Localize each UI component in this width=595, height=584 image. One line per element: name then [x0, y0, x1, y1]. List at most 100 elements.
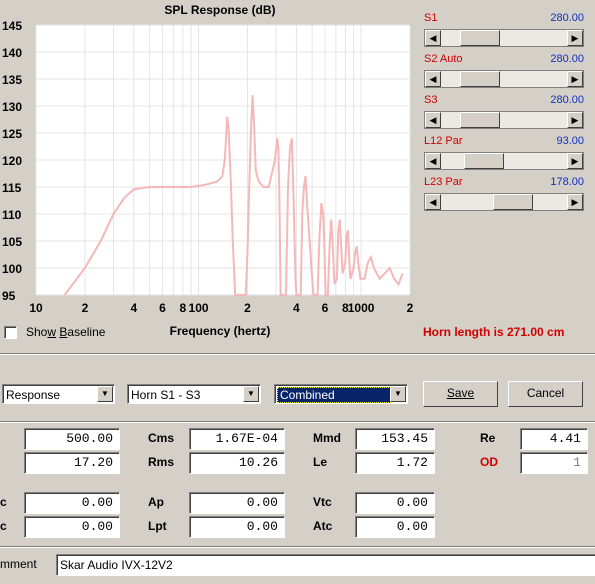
param-field[interactable]: 10.26 — [189, 452, 285, 474]
param-label: c — [0, 519, 7, 533]
param-label: Mmd — [313, 431, 341, 445]
param-field[interactable]: 0.00 — [355, 516, 435, 538]
slider-value: 178.00 — [550, 176, 584, 188]
comment-label: mment — [0, 557, 37, 571]
param-field[interactable]: 0.00 — [24, 516, 120, 538]
x-tick-label: 4 — [293, 301, 300, 315]
x-tick-label: 6 — [322, 301, 329, 315]
y-tick-label: 145 — [2, 19, 22, 33]
slider-label: S3 — [424, 94, 438, 106]
param-label: c — [0, 495, 7, 509]
chart-svg: 1451401351301251201151101051009510 2 4 6 8 10… — [2, 19, 414, 315]
slider-value: 280.00 — [550, 94, 584, 106]
x-tick-label: 10 — [29, 301, 43, 315]
view-combo[interactable]: Response ▼ — [2, 384, 115, 404]
separator-top — [0, 353, 595, 355]
separator-bottom — [0, 546, 595, 548]
show-baseline-checkbox[interactable] — [4, 326, 17, 339]
view-combo-text: Response — [6, 388, 61, 402]
param-label: Re — [480, 431, 496, 445]
param-field[interactable]: 17.20 — [24, 452, 120, 474]
param-field[interactable]: 1.67E-04 — [189, 428, 285, 450]
param-field[interactable]: 0.00 — [355, 492, 435, 514]
slider-label: L12 Par — [424, 135, 463, 147]
scroll-left-icon[interactable]: ◀ — [425, 71, 441, 87]
slider-value: 280.00 — [550, 53, 584, 65]
y-tick-label: 95 — [2, 289, 16, 303]
scroll-right-icon[interactable]: ▶ — [567, 112, 583, 128]
x-axis-label: Frequency (hertz) — [169, 324, 271, 338]
horn-length-text: Horn length is 271.00 cm — [423, 325, 565, 339]
x-tick-label: 6 — [159, 301, 166, 315]
save-button-label: Save — [446, 386, 475, 400]
slider-label: S1 — [424, 12, 438, 24]
x-tick-label: 8 — [179, 301, 186, 315]
x-tick-label: 1000 — [348, 301, 375, 315]
scroll-right-icon[interactable]: ▶ — [567, 71, 583, 87]
param-label: Le — [313, 455, 328, 469]
slider-thumb[interactable] — [459, 112, 500, 128]
param-field[interactable]: 0.00 — [24, 492, 120, 514]
save-button[interactable]: Save — [423, 381, 498, 407]
slider-thumb[interactable] — [459, 30, 500, 46]
slider-thumb[interactable] — [492, 194, 533, 210]
slider-scrollbar[interactable]: ◀ ▶ — [424, 70, 584, 88]
x-tick-label: 100 — [189, 301, 209, 315]
scroll-left-icon[interactable]: ◀ — [425, 153, 441, 169]
param-label: Atc — [313, 519, 333, 533]
param-field[interactable]: 1 — [520, 452, 588, 474]
slider-value: 280.00 — [550, 12, 584, 24]
param-field[interactable]: 0.00 — [189, 492, 285, 514]
comment-field[interactable]: Skar Audio IVX-12V2 — [56, 554, 595, 576]
y-tick-label: 130 — [2, 100, 22, 114]
scroll-left-icon[interactable]: ◀ — [425, 194, 441, 210]
y-tick-label: 140 — [2, 46, 22, 60]
param-field[interactable]: 500.00 — [24, 428, 120, 450]
x-tick-label: 2 — [407, 301, 414, 315]
param-label: OD — [480, 455, 498, 469]
y-tick-label: 135 — [2, 73, 22, 87]
slider-label: L23 Par — [424, 176, 463, 188]
separator-mid — [0, 421, 595, 423]
x-tick-label: 2 — [244, 301, 251, 315]
chevron-down-icon[interactable]: ▼ — [243, 386, 259, 402]
comment-text: Skar Audio IVX-12V2 — [60, 558, 173, 572]
x-tick-label: 4 — [131, 301, 138, 315]
slider-value: 93.00 — [556, 135, 584, 147]
show-baseline-label: Show Baseline — [26, 325, 106, 339]
slider-scrollbar[interactable]: ◀ ▶ — [424, 193, 584, 211]
slider-thumb[interactable] — [459, 71, 500, 87]
scroll-right-icon[interactable]: ▶ — [567, 194, 583, 210]
y-tick-label: 110 — [2, 208, 22, 222]
param-label: Vtc — [313, 495, 332, 509]
slider-label: S2 Auto — [424, 53, 463, 65]
slider-scrollbar[interactable]: ◀ ▶ — [424, 111, 584, 129]
scroll-right-icon[interactable]: ▶ — [567, 153, 583, 169]
spl-chart: SPL Response (dB) 145 140 135 130 125 120 115 1… — [0, 0, 415, 338]
y-tick-label: 105 — [2, 235, 22, 249]
param-field[interactable]: 1.72 — [355, 452, 435, 474]
param-field[interactable]: 0.00 — [189, 516, 285, 538]
mode-combo-text: Combined — [277, 387, 391, 403]
cancel-button[interactable]: Cancel — [508, 381, 583, 407]
chevron-down-icon[interactable]: ▼ — [97, 386, 113, 402]
slider-scrollbar[interactable]: ◀ ▶ — [424, 152, 584, 170]
param-label: Rms — [148, 455, 175, 469]
slider-scrollbar[interactable]: ◀ ▶ — [424, 29, 584, 47]
y-tick-label: 115 — [2, 181, 22, 195]
scroll-right-icon[interactable]: ▶ — [567, 30, 583, 46]
scroll-left-icon[interactable]: ◀ — [425, 112, 441, 128]
chevron-down-icon[interactable]: ▼ — [390, 386, 406, 402]
param-field[interactable]: 153.45 — [355, 428, 435, 450]
param-label: Ap — [148, 495, 164, 509]
cancel-button-label: Cancel — [526, 386, 565, 400]
horn-combo[interactable]: Horn S1 - S3 ▼ — [127, 384, 261, 404]
y-tick-label: 120 — [2, 154, 22, 168]
param-field[interactable]: 4.41 — [520, 428, 588, 450]
scroll-left-icon[interactable]: ◀ — [425, 30, 441, 46]
param-label: Cms — [148, 431, 175, 445]
slider-thumb[interactable] — [464, 153, 505, 169]
horn-combo-text: Horn S1 - S3 — [131, 388, 201, 402]
y-tick-label: 125 — [2, 127, 22, 141]
mode-combo[interactable]: Combined ▼ — [274, 384, 408, 404]
